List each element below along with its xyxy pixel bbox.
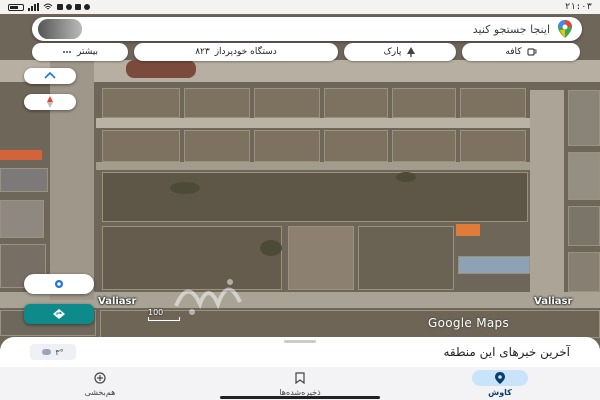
sheet-drag-handle[interactable] [284,340,316,343]
map-attribution: Google Maps [428,316,510,330]
map-road-horizontal-2 [96,162,536,170]
my-location-icon [55,280,63,288]
chip-label: بیشتر [77,47,98,57]
chip-cafe[interactable]: کافه [462,43,580,61]
bottom-sheet[interactable]: آخرین خبرهای این منطقه ۳° [0,337,600,367]
nav-label: هم‌بخشی [84,388,116,397]
nav-contribute[interactable]: هم‌بخشی [40,370,160,397]
signal-icon [28,3,39,11]
map-plot [392,88,456,118]
map-road-vertical-right [530,90,564,300]
my-location-button[interactable] [24,274,94,294]
map-dirt-patch [126,60,196,78]
chip-park[interactable]: پارک [344,43,456,61]
add-circle-icon [94,372,106,384]
cloud-icon [42,349,52,355]
map-building [568,90,600,146]
map-building [568,206,600,246]
map-scale: 100 [148,308,180,321]
status-bar: ۲۱:۰۳ [0,0,600,14]
nav-explore[interactable]: کاوش [440,370,560,397]
map-tree [260,240,282,256]
map-building [568,152,600,200]
layers-button[interactable] [24,68,76,84]
map-plot [102,88,180,118]
street-label: Valiasr [98,296,137,307]
map-field [358,226,454,290]
watermark-logo-icon [174,279,242,315]
map-tree [170,182,200,194]
nav-saved[interactable]: ذخیره‌شده‌ها [240,370,360,397]
map-plot [254,88,320,118]
street-label: Valiasr [534,296,573,307]
map-plot [324,88,388,118]
map-building [568,252,600,292]
map-plot [324,130,388,162]
map-building [456,224,480,236]
map-plot [254,130,320,162]
chip-label: کافه [505,47,522,57]
search-bar[interactable]: اینجا جستجو کنید [32,17,582,41]
layers-icon [44,71,56,79]
notification-icons [57,4,90,10]
map-plot [460,130,526,162]
tree-icon [407,47,416,57]
chip-label: پارک [383,47,402,57]
map-field [288,226,354,290]
map-road-horizontal-mid [96,118,536,128]
map-building [0,200,44,238]
bookmark-icon [295,372,305,384]
wifi-icon [43,3,53,10]
map-plot [102,130,180,162]
chip-atm[interactable]: دستگاه خودپرداز ۸۲۳ [134,43,338,61]
google-maps-logo-icon [558,20,572,38]
chip-label: دستگاه خودپرداز [214,47,277,57]
directions-icon [53,309,65,319]
cup-icon [526,48,537,56]
status-time: ۲۱:۰۳ [564,2,592,12]
more-dots-icon [63,51,72,53]
profile-avatar[interactable] [38,19,82,39]
directions-button[interactable] [24,304,94,324]
sheet-title: آخرین خبرهای این منطقه [443,345,570,359]
weather-chip[interactable]: ۳° [30,344,76,360]
map-building [0,150,42,160]
system-home-bar[interactable] [220,396,380,399]
map-plot [184,88,250,118]
map-plot [460,88,526,118]
map-building [0,168,48,192]
map-field [102,172,528,222]
map-plot [184,130,250,162]
map-tree [396,172,416,182]
compass-icon [47,96,53,108]
nav-label: کاوش [488,388,512,397]
map-building [458,256,530,274]
atm-icon: ۸۲۳ [195,47,210,57]
weather-temp: ۳° [55,347,64,357]
battery-icon [8,3,24,11]
explore-pin-icon [495,372,505,384]
compass-button[interactable] [24,94,76,110]
map-plot [392,130,456,162]
chip-more[interactable]: بیشتر [32,43,128,61]
search-placeholder[interactable]: اینجا جستجو کنید [60,23,550,36]
